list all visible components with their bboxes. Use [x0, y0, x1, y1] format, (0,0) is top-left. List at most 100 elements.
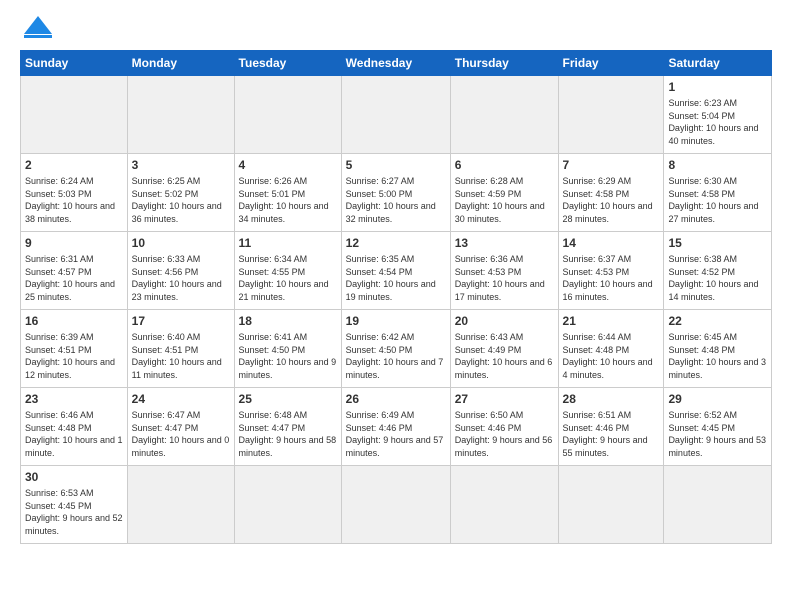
day-cell: 19 Sunrise: 6:42 AM Sunset: 4:50 PM Dayli… — [341, 310, 450, 388]
week-row-1: 2Sunrise: 6:24 AM Sunset: 5:03 PM Daylig… — [21, 154, 772, 232]
day-info: Sunrise: 6:31 AM Sunset: 4:57 PM Dayligh… — [25, 253, 123, 303]
day-cell: 21 Sunrise: 6:44 AM Sunset: 4:48 PM Dayli… — [558, 310, 664, 388]
day-cell: 25 Sunrise: 6:48 AM Sunset: 4:47 PM Dayli… — [234, 388, 341, 466]
day-info: Sunrise: 6:51 AM Sunset: 4:46 PM Dayligh… — [563, 409, 660, 459]
day-cell — [127, 76, 234, 154]
weekday-friday: Friday — [558, 51, 664, 76]
day-info: Sunrise: 6:49 AM Sunset: 4:46 PM Dayligh… — [346, 409, 446, 459]
logo — [20, 16, 52, 42]
day-info: Sunrise: 6:52 AM Sunset: 4:45 PM Dayligh… — [668, 409, 767, 459]
day-info: Sunrise: 6:47 AM Sunset: 4:47 PM Dayligh… — [132, 409, 230, 459]
day-cell: 9 Sunrise: 6:31 AM Sunset: 4:57 PM Daylig… — [21, 232, 128, 310]
day-number: 17 — [132, 313, 230, 329]
day-cell — [234, 466, 341, 544]
logo-icon — [20, 16, 52, 38]
day-number: 9 — [25, 235, 123, 251]
day-cell — [558, 76, 664, 154]
day-info: Sunrise: 6:50 AM Sunset: 4:46 PM Dayligh… — [455, 409, 554, 459]
week-row-5: 30Sunrise: 6:53 AM Sunset: 4:45 PM Dayli… — [21, 466, 772, 544]
day-cell — [450, 466, 558, 544]
weekday-saturday: Saturday — [664, 51, 772, 76]
day-number: 19 — [346, 313, 446, 329]
page: SundayMondayTuesdayWednesdayThursdayFrid… — [0, 0, 792, 554]
day-cell: 30Sunrise: 6:53 AM Sunset: 4:45 PM Dayli… — [21, 466, 128, 544]
week-row-4: 23Sunrise: 6:46 AM Sunset: 4:48 PM Dayli… — [21, 388, 772, 466]
day-number: 4 — [239, 157, 337, 173]
day-cell: 8 Sunrise: 6:30 AM Sunset: 4:58 PM Daylig… — [664, 154, 772, 232]
day-cell — [127, 466, 234, 544]
day-info: Sunrise: 6:25 AM Sunset: 5:02 PM Dayligh… — [132, 175, 230, 225]
calendar: SundayMondayTuesdayWednesdayThursdayFrid… — [20, 50, 772, 544]
day-number: 10 — [132, 235, 230, 251]
day-number: 18 — [239, 313, 337, 329]
header — [20, 16, 772, 42]
day-info: Sunrise: 6:24 AM Sunset: 5:03 PM Dayligh… — [25, 175, 123, 225]
day-number: 28 — [563, 391, 660, 407]
day-info: Sunrise: 6:28 AM Sunset: 4:59 PM Dayligh… — [455, 175, 554, 225]
day-cell: 1 Sunrise: 6:23 AM Sunset: 5:04 PM Daylig… — [664, 76, 772, 154]
weekday-tuesday: Tuesday — [234, 51, 341, 76]
day-cell: 4Sunrise: 6:26 AM Sunset: 5:01 PM Daylig… — [234, 154, 341, 232]
day-cell: 29 Sunrise: 6:52 AM Sunset: 4:45 PM Dayli… — [664, 388, 772, 466]
day-number: 12 — [346, 235, 446, 251]
day-cell — [558, 466, 664, 544]
day-number: 29 — [668, 391, 767, 407]
day-cell: 15Sunrise: 6:38 AM Sunset: 4:52 PM Dayli… — [664, 232, 772, 310]
day-cell: 12 Sunrise: 6:35 AM Sunset: 4:54 PM Dayli… — [341, 232, 450, 310]
day-cell: 14Sunrise: 6:37 AM Sunset: 4:53 PM Dayli… — [558, 232, 664, 310]
day-info: Sunrise: 6:42 AM Sunset: 4:50 PM Dayligh… — [346, 331, 446, 381]
day-cell — [450, 76, 558, 154]
day-number: 22 — [668, 313, 767, 329]
day-info: Sunrise: 6:27 AM Sunset: 5:00 PM Dayligh… — [346, 175, 446, 225]
day-number: 5 — [346, 157, 446, 173]
logo-triangle-graphic — [24, 16, 52, 38]
day-info: Sunrise: 6:33 AM Sunset: 4:56 PM Dayligh… — [132, 253, 230, 303]
day-number: 1 — [668, 79, 767, 95]
day-info: Sunrise: 6:39 AM Sunset: 4:51 PM Dayligh… — [25, 331, 123, 381]
day-cell: 6 Sunrise: 6:28 AM Sunset: 4:59 PM Daylig… — [450, 154, 558, 232]
day-cell — [664, 466, 772, 544]
day-cell: 16 Sunrise: 6:39 AM Sunset: 4:51 PM Dayli… — [21, 310, 128, 388]
day-info: Sunrise: 6:53 AM Sunset: 4:45 PM Dayligh… — [25, 487, 123, 537]
day-number: 21 — [563, 313, 660, 329]
day-info: Sunrise: 6:45 AM Sunset: 4:48 PM Dayligh… — [668, 331, 767, 381]
day-info: Sunrise: 6:41 AM Sunset: 4:50 PM Dayligh… — [239, 331, 337, 381]
day-info: Sunrise: 6:29 AM Sunset: 4:58 PM Dayligh… — [563, 175, 660, 225]
day-number: 3 — [132, 157, 230, 173]
day-number: 7 — [563, 157, 660, 173]
day-cell: 24Sunrise: 6:47 AM Sunset: 4:47 PM Dayli… — [127, 388, 234, 466]
day-info: Sunrise: 6:48 AM Sunset: 4:47 PM Dayligh… — [239, 409, 337, 459]
day-cell: 2Sunrise: 6:24 AM Sunset: 5:03 PM Daylig… — [21, 154, 128, 232]
day-cell: 17 Sunrise: 6:40 AM Sunset: 4:51 PM Dayli… — [127, 310, 234, 388]
day-number: 16 — [25, 313, 123, 329]
day-info: Sunrise: 6:44 AM Sunset: 4:48 PM Dayligh… — [563, 331, 660, 381]
day-cell: 23Sunrise: 6:46 AM Sunset: 4:48 PM Dayli… — [21, 388, 128, 466]
day-number: 6 — [455, 157, 554, 173]
weekday-monday: Monday — [127, 51, 234, 76]
day-cell: 27Sunrise: 6:50 AM Sunset: 4:46 PM Dayli… — [450, 388, 558, 466]
week-row-3: 16 Sunrise: 6:39 AM Sunset: 4:51 PM Dayli… — [21, 310, 772, 388]
day-cell — [341, 466, 450, 544]
day-info: Sunrise: 6:30 AM Sunset: 4:58 PM Dayligh… — [668, 175, 767, 225]
day-cell — [21, 76, 128, 154]
day-number: 23 — [25, 391, 123, 407]
day-number: 25 — [239, 391, 337, 407]
day-number: 20 — [455, 313, 554, 329]
day-info: Sunrise: 6:40 AM Sunset: 4:51 PM Dayligh… — [132, 331, 230, 381]
day-info: Sunrise: 6:23 AM Sunset: 5:04 PM Dayligh… — [668, 97, 767, 147]
weekday-header-row: SundayMondayTuesdayWednesdayThursdayFrid… — [21, 51, 772, 76]
day-info: Sunrise: 6:43 AM Sunset: 4:49 PM Dayligh… — [455, 331, 554, 381]
day-info: Sunrise: 6:35 AM Sunset: 4:54 PM Dayligh… — [346, 253, 446, 303]
weekday-wednesday: Wednesday — [341, 51, 450, 76]
day-cell: 5 Sunrise: 6:27 AM Sunset: 5:00 PM Daylig… — [341, 154, 450, 232]
day-cell: 28 Sunrise: 6:51 AM Sunset: 4:46 PM Dayli… — [558, 388, 664, 466]
day-number: 8 — [668, 157, 767, 173]
day-info: Sunrise: 6:38 AM Sunset: 4:52 PM Dayligh… — [668, 253, 767, 303]
day-cell: 20 Sunrise: 6:43 AM Sunset: 4:49 PM Dayli… — [450, 310, 558, 388]
weekday-thursday: Thursday — [450, 51, 558, 76]
day-info: Sunrise: 6:36 AM Sunset: 4:53 PM Dayligh… — [455, 253, 554, 303]
week-row-0: 1 Sunrise: 6:23 AM Sunset: 5:04 PM Daylig… — [21, 76, 772, 154]
day-cell: 3 Sunrise: 6:25 AM Sunset: 5:02 PM Daylig… — [127, 154, 234, 232]
day-cell: 22 Sunrise: 6:45 AM Sunset: 4:48 PM Dayli… — [664, 310, 772, 388]
day-cell: 10 Sunrise: 6:33 AM Sunset: 4:56 PM Dayli… — [127, 232, 234, 310]
